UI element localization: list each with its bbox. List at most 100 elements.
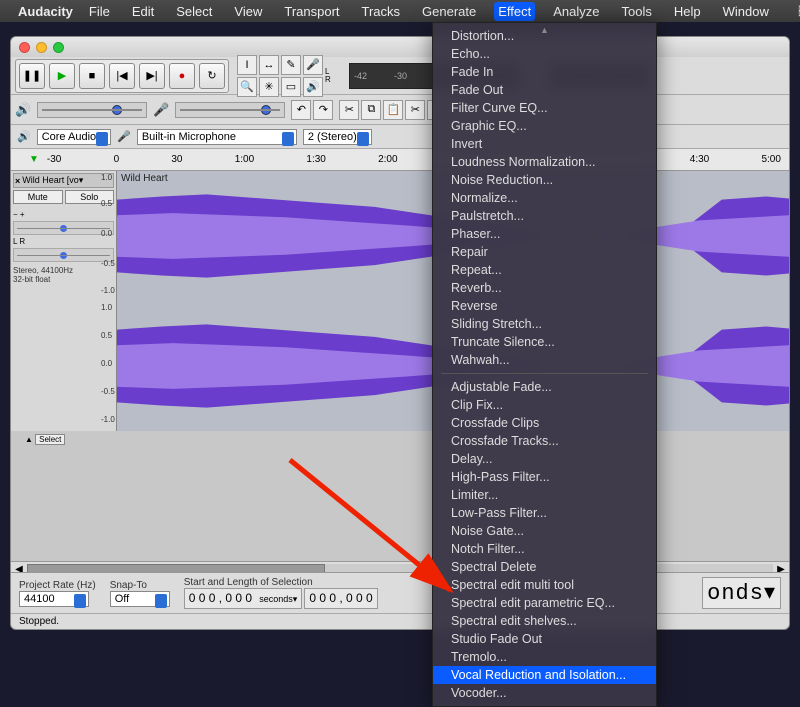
effect-menu-item[interactable]: Vocoder... [433, 684, 656, 702]
effect-menu-item[interactable]: Tremolo... [433, 648, 656, 666]
effect-menu-item[interactable]: Crossfade Clips [433, 414, 656, 432]
scroll-up-icon[interactable]: ▲ [540, 25, 549, 35]
playback-volume-slider[interactable] [37, 102, 147, 118]
effect-menu-item[interactable]: Spectral edit parametric EQ... [433, 594, 656, 612]
effect-menu-item[interactable]: Studio Fade Out [433, 630, 656, 648]
effect-menu-item[interactable]: Limiter... [433, 486, 656, 504]
menu-transport[interactable]: Transport [280, 2, 343, 21]
effect-menu-item[interactable]: Fade Out [433, 81, 656, 99]
undo-button[interactable]: ↶ [291, 100, 311, 120]
effect-menu-item[interactable]: Echo... [433, 45, 656, 63]
record-button[interactable]: ● [169, 63, 195, 89]
effect-menu-item[interactable]: Spectral Delete [433, 558, 656, 576]
recording-volume-slider[interactable] [175, 102, 285, 118]
effect-menu-item[interactable]: Repair [433, 243, 656, 261]
mic-meter-icon[interactable]: 🎤 [303, 55, 323, 75]
menu-help[interactable]: Help [670, 2, 705, 21]
selection-tool[interactable]: I [237, 55, 257, 75]
effect-menu-item[interactable]: Loudness Normalization... [433, 153, 656, 171]
menu-generate[interactable]: Generate [418, 2, 480, 21]
scale-label: 0.0 [101, 229, 112, 238]
effect-menu-item[interactable]: Fade In [433, 63, 656, 81]
effect-menu-item[interactable]: Truncate Silence... [433, 333, 656, 351]
minimize-window-icon[interactable] [36, 42, 47, 53]
gain-slider[interactable] [13, 221, 114, 235]
audio-host-icon: 🔊 [17, 130, 31, 143]
device-toolbar: 🔊 Core Audio 🎤 Built-in Microphone 2 (St… [11, 125, 789, 149]
titlebar[interactable] [11, 37, 789, 57]
mute-button[interactable]: Mute [13, 190, 63, 204]
effect-menu-item[interactable]: Low-Pass Filter... [433, 504, 656, 522]
effect-menu-item[interactable]: Delay... [433, 450, 656, 468]
draw-tool[interactable]: ✎ [281, 55, 301, 75]
menu-effect[interactable]: Effect [494, 2, 535, 21]
zoom-window-icon[interactable] [53, 42, 64, 53]
menu-file[interactable]: File [85, 2, 114, 21]
track-close-icon[interactable]: × [15, 176, 20, 186]
menu-view[interactable]: View [230, 2, 266, 21]
playback-meter-icon[interactable]: 🔊 [303, 77, 323, 97]
recording-device-select[interactable]: Built-in Microphone [137, 129, 297, 145]
app-name[interactable]: Audacity [18, 4, 73, 19]
stop-button[interactable]: ■ [79, 63, 105, 89]
effect-menu-item[interactable]: Phaser... [433, 225, 656, 243]
play-button[interactable]: ▶ [49, 63, 75, 89]
close-window-icon[interactable] [19, 42, 30, 53]
effect-menu-item[interactable]: Graphic EQ... [433, 117, 656, 135]
effect-menu-item[interactable]: Notch Filter... [433, 540, 656, 558]
effect-menu-item[interactable]: Paulstretch... [433, 207, 656, 225]
effect-menu-item[interactable]: Spectral edit shelves... [433, 612, 656, 630]
cut-button[interactable]: ✂ [339, 100, 359, 120]
timeline-ruler[interactable]: ▼ -300 301:00 1:302:00 4:305:00 [11, 149, 789, 171]
redo-button[interactable]: ↷ [313, 100, 333, 120]
snap-to-select[interactable]: Off [110, 591, 170, 607]
pan-slider[interactable] [13, 248, 114, 262]
pause-button[interactable]: ❚❚ [19, 63, 45, 89]
arrow-select-widget[interactable]: ▲ Select [25, 435, 65, 444]
multi-tool[interactable]: ✳ [259, 77, 279, 97]
effect-menu-item[interactable]: Noise Reduction... [433, 171, 656, 189]
trim-button[interactable]: ✂ [405, 100, 425, 120]
zoom-tool[interactable]: 🔍 [237, 77, 257, 97]
recording-volume-icon: 🎤 [153, 102, 169, 118]
playhead-icon[interactable]: ▼ [29, 154, 39, 165]
effect-menu-item[interactable]: Reverb... [433, 279, 656, 297]
project-rate-select[interactable]: 44100 [19, 591, 89, 607]
copy-button[interactable]: ⧉ [361, 100, 381, 120]
effect-menu-item[interactable]: Adjustable Fade... [433, 378, 656, 396]
audio-position-field[interactable]: onds▾ [702, 577, 781, 609]
effect-menu-item[interactable]: Repeat... [433, 261, 656, 279]
effect-menu-item[interactable]: Clip Fix... [433, 396, 656, 414]
effect-menu-item[interactable]: Invert [433, 135, 656, 153]
menu-select[interactable]: Select [172, 2, 216, 21]
track-name-dropdown[interactable]: × Wild Heart [vo▾ [13, 173, 114, 188]
effect-menu-item[interactable]: Noise Gate... [433, 522, 656, 540]
paste-button[interactable]: 📋 [383, 100, 403, 120]
selection-start-field[interactable]: 0 0 0 , 0 0 0 seconds▾ [184, 588, 303, 609]
selection-length-field[interactable]: 0 0 0 , 0 0 0 [304, 588, 377, 609]
skip-start-button[interactable]: |◀ [109, 63, 135, 89]
menu-tracks[interactable]: Tracks [358, 2, 405, 21]
effect-menu-item[interactable]: Filter Curve EQ... [433, 99, 656, 117]
timeshift-tool[interactable]: ▭ [281, 77, 301, 97]
menu-analyze[interactable]: Analyze [549, 2, 603, 21]
playback-volume-icon: 🔊 [15, 102, 31, 118]
menu-tools[interactable]: Tools [618, 2, 656, 21]
audio-host-select[interactable]: Core Audio [37, 129, 111, 145]
menu-window[interactable]: Window [719, 2, 773, 21]
track-area: × Wild Heart [vo▾ Mute Solo − + L R Ster… [11, 171, 789, 431]
skip-end-button[interactable]: ▶| [139, 63, 165, 89]
effect-menu-item[interactable]: Normalize... [433, 189, 656, 207]
envelope-tool[interactable]: ↔ [259, 55, 279, 75]
scale-label: 0.5 [101, 199, 112, 208]
loop-button[interactable]: ↻ [199, 63, 225, 89]
effect-menu-item[interactable]: Crossfade Tracks... [433, 432, 656, 450]
effect-menu-item[interactable]: Vocal Reduction and Isolation... [433, 666, 656, 684]
effect-menu-item[interactable]: Reverse [433, 297, 656, 315]
menu-edit[interactable]: Edit [128, 2, 158, 21]
effect-menu-item[interactable]: High-Pass Filter... [433, 468, 656, 486]
effect-menu-item[interactable]: Spectral edit multi tool [433, 576, 656, 594]
recording-channels-select[interactable]: 2 (Stereo) [303, 129, 372, 145]
effect-menu-item[interactable]: Wahwah... [433, 351, 656, 369]
effect-menu-item[interactable]: Sliding Stretch... [433, 315, 656, 333]
